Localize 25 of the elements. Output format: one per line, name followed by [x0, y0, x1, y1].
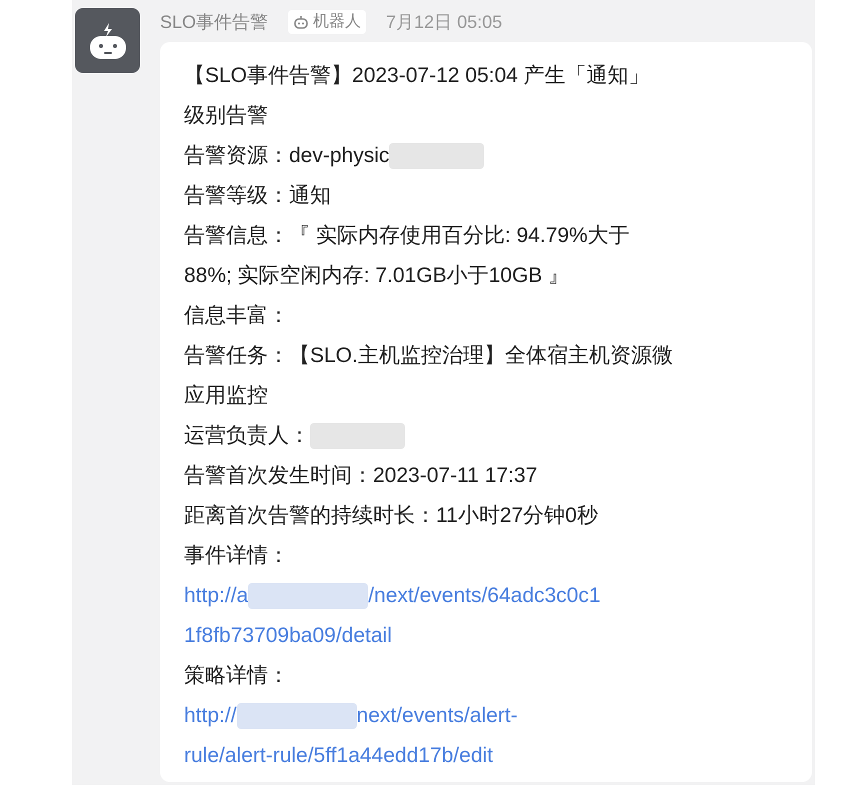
message-line: 告警首次发生时间：2023-07-11 17:37	[184, 463, 538, 490]
bot-badge: 机器人	[288, 10, 366, 34]
robot-icon	[293, 14, 310, 30]
message-line: 告警资源：dev-physic	[184, 143, 390, 170]
url-link[interactable]: rule/alert-rule/5ff1a44edd17b/edit	[184, 740, 494, 772]
url-link[interactable]: http://a	[184, 580, 248, 612]
avatar-icon[interactable]	[75, 8, 140, 73]
message-time: 7月12日 05:05	[386, 10, 502, 34]
message-line: 应用监控	[184, 383, 268, 410]
message-line: 级别告警	[184, 103, 268, 130]
message-line: 信息丰富：	[184, 303, 289, 330]
url-link[interactable]: next/events/alert-	[356, 700, 518, 732]
url-link[interactable]: http://	[184, 700, 237, 732]
sender-name: SLO事件告警	[160, 10, 268, 34]
message-line: 告警信息：『 实际内存使用百分比: 94.79%大于	[184, 223, 630, 250]
url-link[interactable]: 1f8fb73709ba09/detail	[184, 620, 392, 652]
message-line: 策略详情：	[184, 663, 289, 690]
message-line: 告警任务：【SLO.主机监控治理】全体宿主机资源微	[184, 343, 673, 370]
message-line: 88%; 实际空闲内存: 7.01GB小于10GB 』	[184, 263, 570, 290]
message-line: 【SLO事件告警】2023-07-12 05:04 产生「通知」	[184, 63, 650, 90]
message-line: 事件详情：	[184, 543, 289, 570]
url-link[interactable]: /next/events/64adc3c0c1	[368, 580, 601, 612]
message-line: 告警等级：通知	[184, 183, 331, 210]
message-line: 距离首次告警的持续时长：11小时27分钟0秒	[184, 503, 598, 530]
message-line: 运营负责人：	[184, 423, 310, 450]
